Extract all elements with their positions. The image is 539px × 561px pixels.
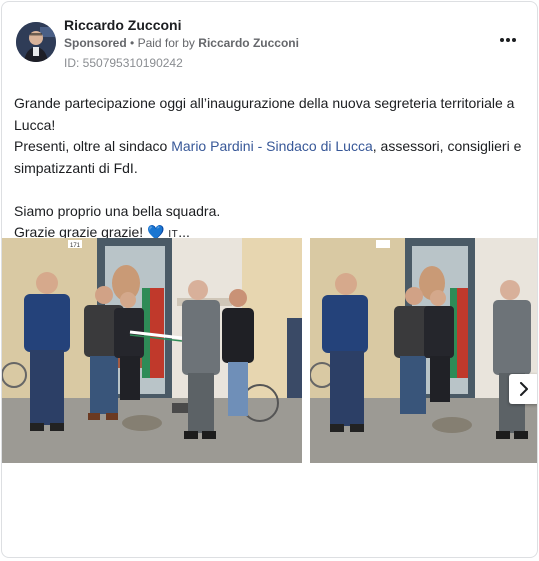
more-options-icon[interactable]	[496, 30, 520, 50]
chevron-right-icon	[520, 382, 528, 396]
paid-for-name[interactable]: Riccardo Zucconi	[198, 36, 299, 50]
ad-meta: Sponsored • Paid for by Riccardo Zucconi	[64, 36, 299, 50]
door-number: 171	[70, 243, 81, 249]
paid-for-prefix: Paid for by	[137, 36, 195, 50]
ad-card: Riccardo Zucconi Sponsored • Paid for by…	[1, 1, 538, 558]
post-text: Grande partecipazione oggi all’inauguraz…	[14, 93, 529, 246]
meta-separator: •	[130, 36, 135, 50]
text-line-3: Siamo proprio una bella squadra.	[14, 202, 221, 219]
carousel-next-button[interactable]	[509, 374, 537, 404]
sponsored-label: Sponsored	[64, 36, 127, 50]
text-line-2: Presenti, oltre al sindaco Mario Pardini…	[14, 136, 529, 179]
ad-id: ID: 550795310190242	[64, 56, 183, 70]
carousel-photo-2[interactable]	[310, 238, 537, 463]
text-line-1: Grande partecipazione oggi all’inauguraz…	[14, 95, 515, 133]
text-line-2-prefix: Presenti, oltre al sindaco	[14, 138, 172, 154]
author-name[interactable]: Riccardo Zucconi	[64, 17, 181, 33]
carousel-photo-1[interactable]: 171	[2, 238, 302, 463]
mention-link[interactable]: Mario Pardini - Sindaco di Lucca	[171, 138, 373, 154]
photo-carousel[interactable]: 171	[2, 238, 537, 463]
avatar[interactable]	[16, 22, 56, 62]
